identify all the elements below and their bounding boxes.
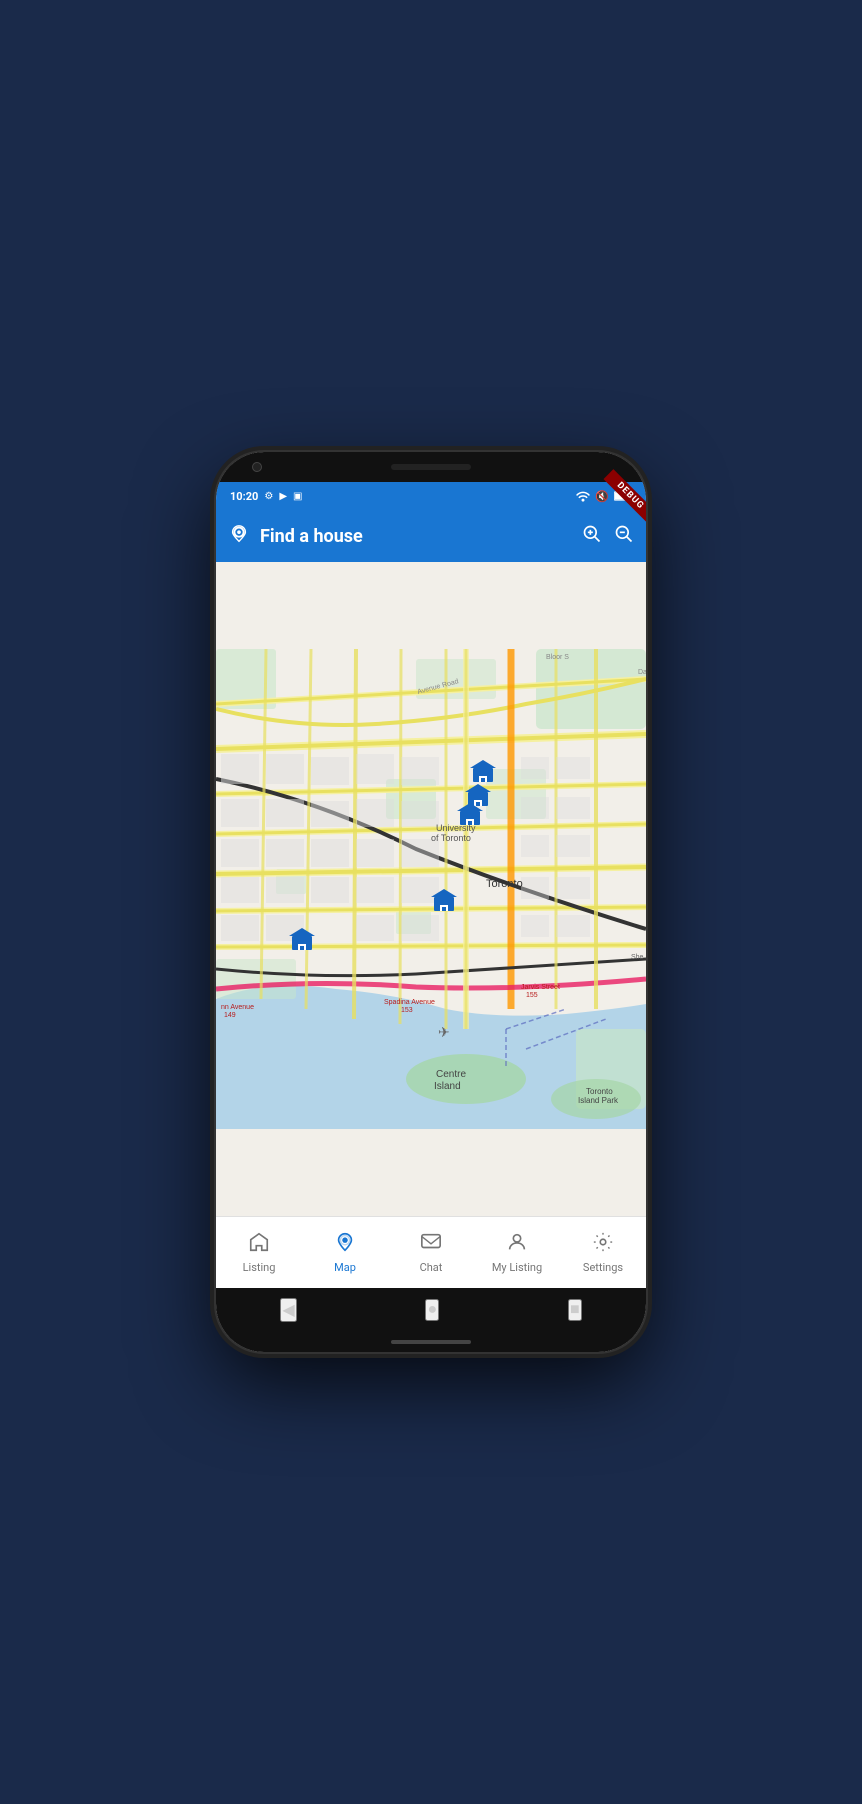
clip-status-icon: ▣ [293,491,302,502]
android-home-button[interactable]: ● [425,1299,439,1321]
phone-top-bar [216,452,646,482]
map-label: Map [334,1261,356,1274]
svg-text:Toronto: Toronto [586,1087,613,1096]
svg-text:Toronto: Toronto [486,878,523,890]
android-back-button[interactable]: ◀ [280,1298,296,1322]
listing-label: Listing [243,1261,276,1274]
status-time: 10:20 [230,490,258,503]
nav-item-chat[interactable]: Chat [388,1231,474,1274]
nav-item-settings[interactable]: Settings [560,1231,646,1274]
map-svg: University of Toronto Toronto She Bloor … [216,562,646,1216]
location-icon [228,523,250,550]
zoom-out-button[interactable] [614,524,634,549]
svg-text:nn Avenue: nn Avenue [221,1004,254,1011]
app-bar-title: Find a house [260,526,582,547]
chat-label: Chat [420,1261,443,1274]
chat-icon [420,1231,442,1259]
play-status-icon: ▶ [279,491,287,502]
svg-text:✈: ✈ [438,1024,450,1040]
speaker [391,464,471,470]
svg-text:Spadina Avenue: Spadina Avenue [384,999,435,1006]
svg-text:Island: Island [434,1081,461,1092]
svg-text:of Toronto: of Toronto [431,833,471,843]
zoom-in-button[interactable] [582,524,602,549]
nav-item-map[interactable]: Map [302,1231,388,1274]
phone-device: 10:20 ⚙ ▶ ▣ 🔇 [216,452,646,1352]
my-listing-icon [506,1231,528,1259]
app-bar-actions [582,524,634,549]
svg-text:Daf: Daf [638,669,646,676]
svg-text:Jarvis Street: Jarvis Street [521,984,560,991]
bottom-pill [216,1332,646,1352]
status-left: 10:20 ⚙ ▶ ▣ [230,490,302,503]
svg-text:153: 153 [401,1007,413,1014]
bottom-nav: Listing Map [216,1216,646,1288]
android-nav-bar: ◀ ● ■ [216,1288,646,1332]
my-listing-label: My Listing [492,1261,542,1274]
mute-icon: 🔇 [595,490,609,503]
wifi-icon [576,490,590,502]
svg-text:149: 149 [224,1012,236,1019]
svg-text:Bloor S: Bloor S [546,654,569,661]
camera [252,462,262,472]
map-icon [334,1231,356,1259]
settings-label: Settings [583,1261,623,1274]
nav-item-listing[interactable]: Listing [216,1231,302,1274]
settings-status-icon: ⚙ [264,491,273,502]
svg-text:Island Park: Island Park [578,1096,619,1105]
nav-item-my-listing[interactable]: My Listing [474,1231,560,1274]
app-bar: Find a house [216,510,646,562]
listing-icon [248,1231,270,1259]
phone-screen: 10:20 ⚙ ▶ ▣ 🔇 [216,452,646,1352]
svg-text:155: 155 [526,992,538,999]
map-area[interactable]: University of Toronto Toronto She Bloor … [216,562,646,1216]
svg-text:She: She [631,954,644,961]
svg-text:Centre: Centre [436,1069,466,1080]
pill-indicator [391,1340,471,1344]
android-recent-button[interactable]: ■ [568,1299,582,1321]
settings-icon [592,1231,614,1259]
status-bar: 10:20 ⚙ ▶ ▣ 🔇 [216,482,646,510]
